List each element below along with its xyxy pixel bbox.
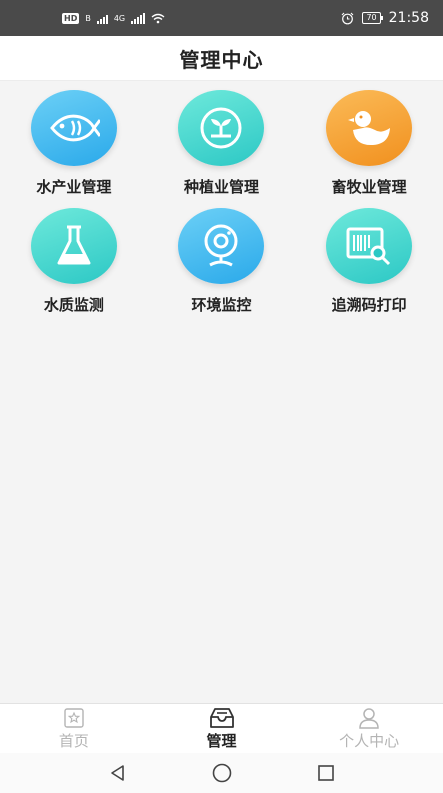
- fish-icon: [49, 114, 100, 142]
- network-sub: B: [85, 13, 91, 23]
- module-water-quality[interactable]: 水质监测: [0, 208, 148, 320]
- module-env-monitor[interactable]: 环境监控: [148, 208, 296, 320]
- nav-home[interactable]: 首页: [0, 704, 148, 753]
- wifi-icon: [151, 13, 165, 23]
- module-livestock[interactable]: 畜牧业管理: [295, 90, 443, 202]
- nav-manage-label: 管理: [206, 731, 237, 750]
- battery-indicator: 70: [362, 12, 383, 24]
- clock: 21:58: [388, 10, 429, 26]
- duck-icon: [348, 111, 391, 146]
- module-trace-code-circle[interactable]: [326, 208, 413, 284]
- hd-badge: HD: [62, 12, 80, 24]
- module-trace-code-label: 追溯码打印: [331, 296, 407, 314]
- camera-icon: [204, 224, 238, 267]
- signal-icon-2: [131, 12, 146, 24]
- module-livestock-circle[interactable]: [326, 90, 413, 166]
- status-left: HD B 4G: [62, 12, 165, 24]
- module-aquaculture-circle[interactable]: [30, 90, 117, 166]
- alarm-icon: [342, 12, 354, 24]
- module-aquaculture-label: 水产业管理: [36, 178, 112, 196]
- module-water-quality-circle[interactable]: [30, 208, 117, 284]
- home-button[interactable]: [206, 757, 238, 789]
- home-circle-icon: [212, 763, 231, 783]
- back-triangle-icon: [110, 765, 124, 781]
- module-env-monitor-circle[interactable]: [178, 208, 265, 284]
- status-bar: HD B 4G 70 21:58: [0, 0, 443, 36]
- status-right: 70 21:58: [341, 10, 429, 26]
- home-star-icon: [64, 707, 84, 728]
- nav-profile[interactable]: 个人中心: [295, 704, 443, 753]
- user-icon: [359, 707, 379, 729]
- module-aquaculture[interactable]: 水产业管理: [0, 90, 148, 202]
- system-nav-bar: [0, 753, 443, 793]
- module-livestock-label: 畜牧业管理: [331, 178, 407, 196]
- inbox-icon: [209, 707, 234, 728]
- barcode-search-icon: [346, 227, 391, 266]
- nav-manage[interactable]: 管理: [148, 704, 296, 753]
- network-type: 4G: [113, 13, 126, 23]
- module-planting-circle[interactable]: [178, 90, 265, 166]
- bottom-nav: 首页 管理 个人中心: [0, 703, 443, 753]
- module-trace-code[interactable]: 追溯码打印: [295, 208, 443, 320]
- back-button[interactable]: [102, 757, 134, 789]
- nav-home-label: 首页: [58, 731, 89, 750]
- module-env-monitor-label: 环境监控: [191, 296, 252, 314]
- sprout-icon: [200, 107, 242, 149]
- page-title: 管理中心: [179, 47, 264, 72]
- module-planting[interactable]: 种植业管理: [148, 90, 296, 202]
- signal-icon: [96, 13, 108, 24]
- app-header: 管理中心: [0, 36, 443, 81]
- module-planting-label: 种植业管理: [183, 178, 259, 196]
- nav-profile-label: 个人中心: [339, 731, 400, 750]
- module-water-quality-label: 水质监测: [43, 296, 104, 314]
- module-grid: 水产业管理 种植业管理 畜牧业管理 水质监测 环境监控 追溯码打印: [0, 90, 443, 320]
- recents-button[interactable]: [310, 757, 342, 789]
- recents-square-icon: [317, 765, 334, 781]
- flask-icon: [57, 225, 91, 265]
